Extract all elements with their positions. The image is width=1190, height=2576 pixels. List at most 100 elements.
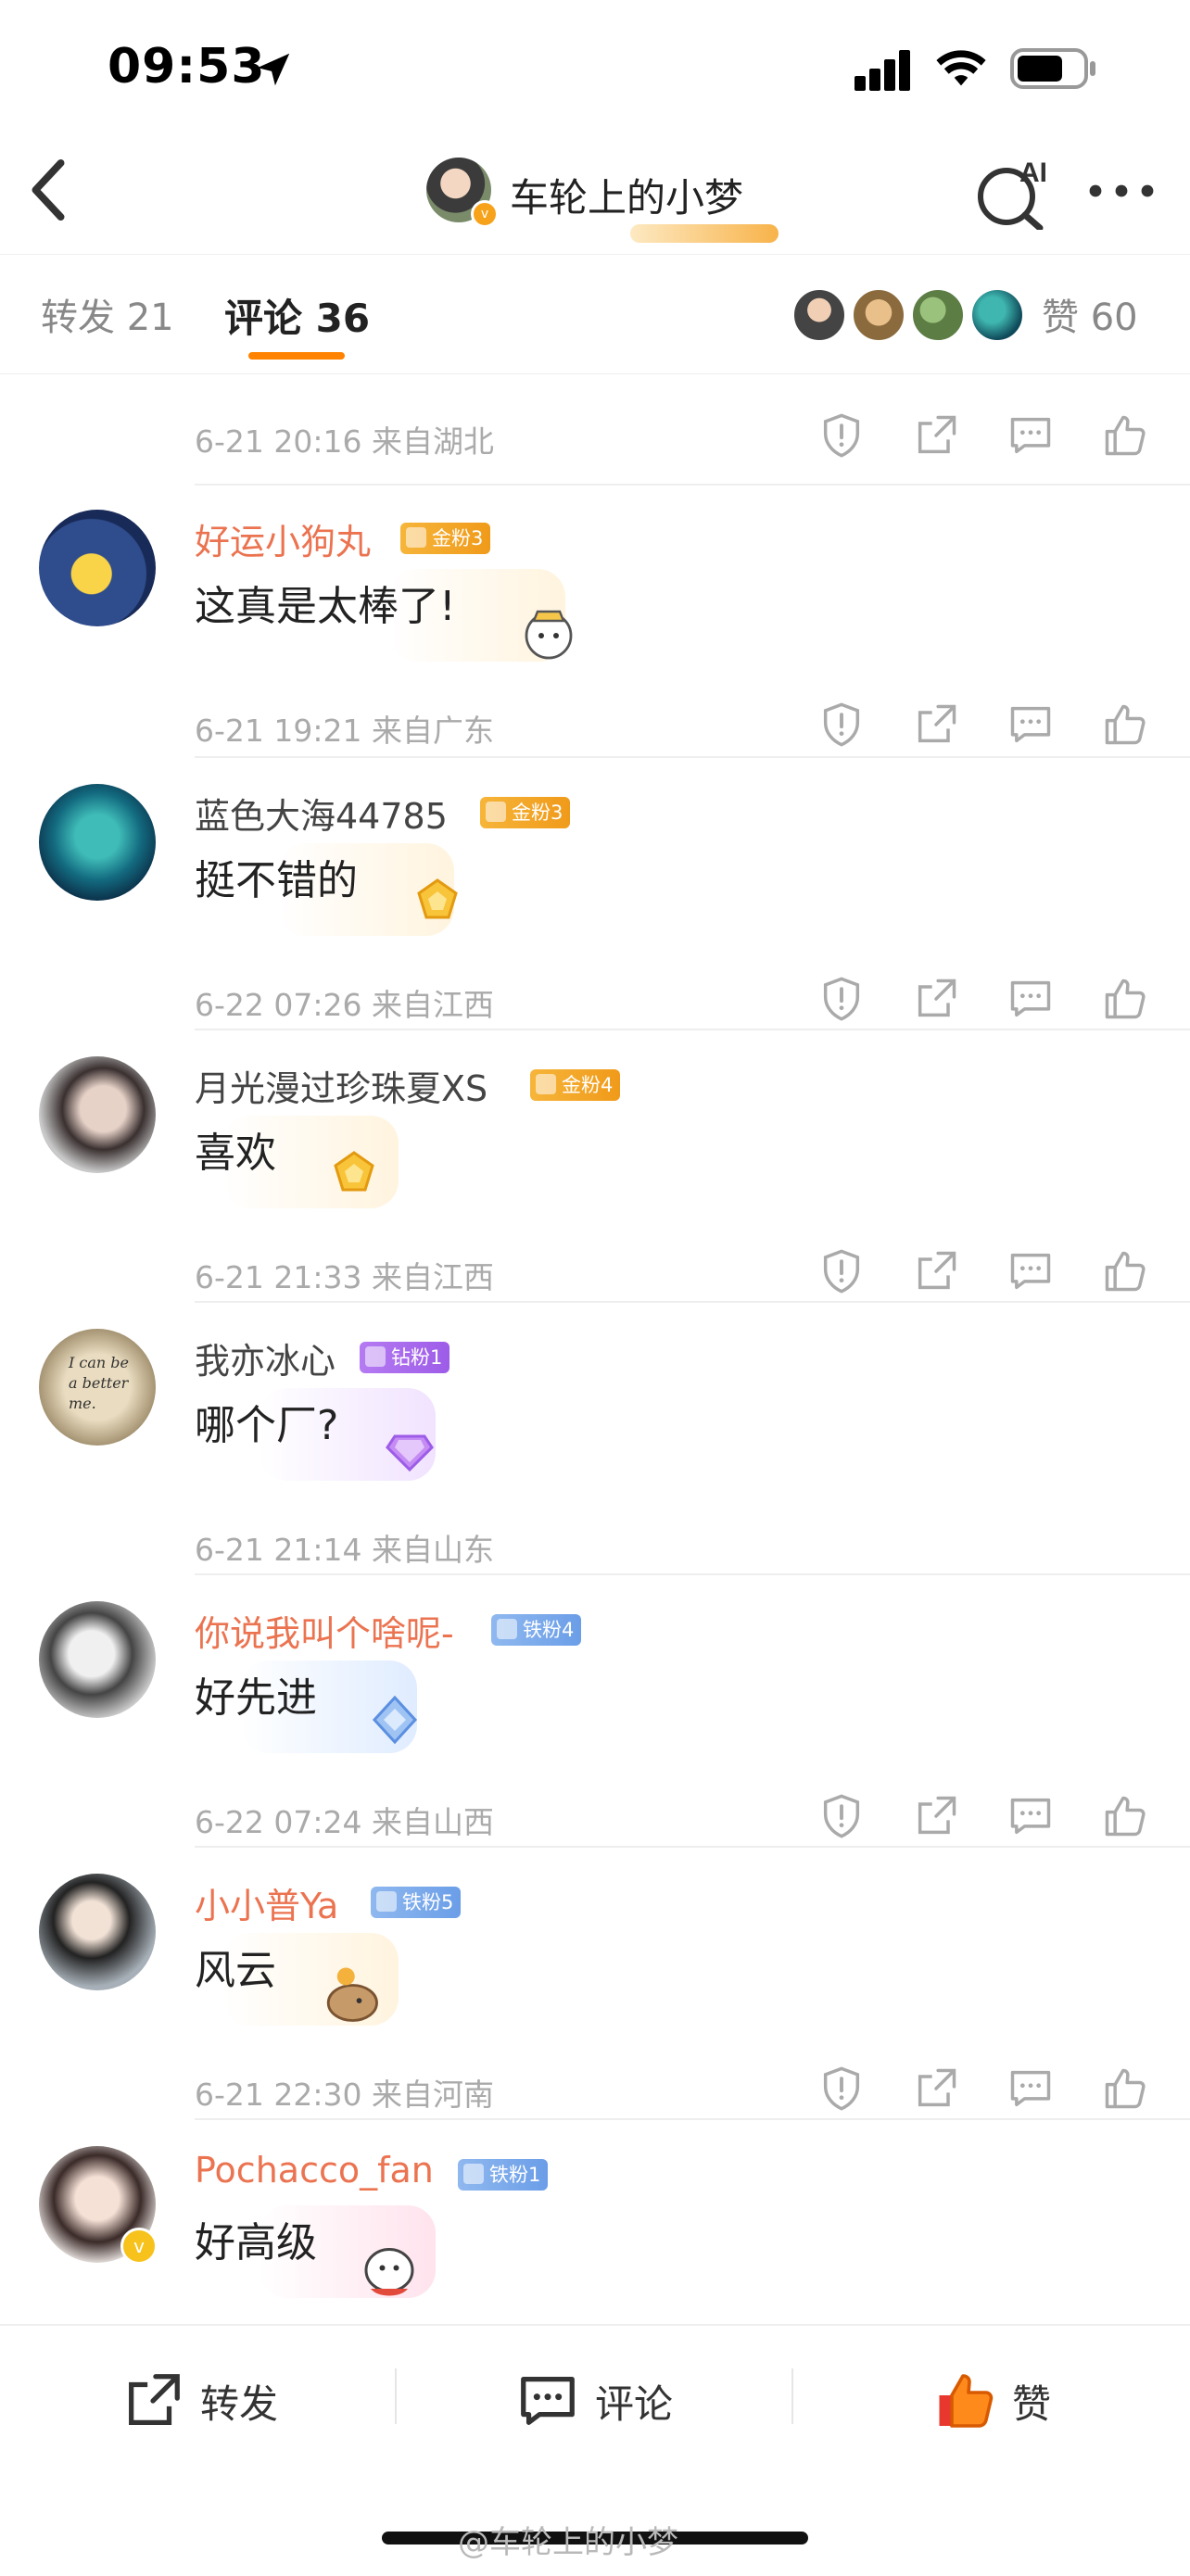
user-avatar[interactable]: [39, 1874, 156, 1990]
username[interactable]: 好运小狗丸: [195, 513, 371, 564]
share-icon[interactable]: [912, 2065, 960, 2113]
verified-badge-icon: v: [120, 2228, 158, 2265]
comment-item: 你说我叫个啥呢- 铁粉4 好先进 6-22 07:24 来自山西: [0, 1601, 1190, 1851]
like-icon[interactable]: [1101, 701, 1149, 749]
username[interactable]: 月光漫过珍珠夏XS: [195, 1060, 487, 1111]
report-icon[interactable]: [817, 975, 866, 1023]
more-icon[interactable]: [1084, 172, 1158, 209]
user-avatar[interactable]: [39, 784, 156, 901]
comment-text: 挺不错的: [195, 857, 358, 904]
like-icon[interactable]: [1101, 411, 1149, 460]
comment-item: v Pochacco_fan 铁粉1 好高级: [0, 2146, 1190, 2322]
report-icon[interactable]: [817, 2065, 866, 2113]
report-icon[interactable]: [817, 1792, 866, 1840]
comment-item: 好运小狗丸 金粉3 这真是太棒了! 6-21 19:21 来自广东: [0, 510, 1190, 760]
verified-badge-icon: v: [471, 200, 499, 228]
fan-badge[interactable]: 铁粉5: [371, 1887, 462, 1918]
cellular-signal-icon: [855, 50, 910, 91]
comment-text: 好先进: [195, 1674, 317, 1722]
divider: [195, 484, 1190, 486]
divider: [195, 1846, 1190, 1848]
status-time: 09:53: [108, 39, 266, 95]
fan-badge[interactable]: 钻粉1: [360, 1342, 450, 1373]
like-icon[interactable]: [1101, 1247, 1149, 1295]
repost-button[interactable]: 转发: [120, 2368, 278, 2433]
report-icon[interactable]: [817, 1247, 866, 1295]
comment-icon[interactable]: [1006, 701, 1055, 749]
comment-meta: 6-22 07:26 来自江西: [195, 987, 494, 1023]
divider: [195, 756, 1190, 758]
ai-label: AI: [1019, 158, 1047, 188]
comment-meta: 6-21 21:33 来自江西: [195, 1259, 494, 1295]
fan-badge[interactable]: 金粉4: [530, 1069, 621, 1101]
back-icon[interactable]: [28, 158, 69, 222]
comment-meta: 6-21 21:14 来自山东: [195, 1532, 494, 1568]
comment-icon[interactable]: [1006, 1792, 1055, 1840]
report-icon[interactable]: [817, 701, 866, 749]
comment-item: 蓝色大海44785 金粉3 挺不错的 6-22 07:26 来自江西: [0, 784, 1190, 1034]
comment-item: 月光漫过珍珠夏XS 金粉4 喜欢 6-21 21:33 来自江西: [0, 1056, 1190, 1307]
comment-sticker: [630, 224, 779, 243]
username[interactable]: 蓝色大海44785: [195, 788, 448, 839]
report-icon[interactable]: [817, 411, 866, 460]
divider: [195, 1573, 1190, 1575]
like-label: 赞: [1012, 2380, 1052, 2427]
divider: [791, 2368, 793, 2424]
username[interactable]: 我亦冰心: [195, 1332, 335, 1383]
comment-button[interactable]: 评论: [515, 2368, 673, 2433]
wifi-icon: [936, 50, 986, 86]
like-icon[interactable]: [1101, 1792, 1149, 1840]
fan-badge[interactable]: 金粉3: [480, 797, 571, 828]
comment-icon[interactable]: [1006, 975, 1055, 1023]
share-icon[interactable]: [912, 1247, 960, 1295]
comment-text: 好高级: [195, 2219, 317, 2267]
share-icon[interactable]: [912, 1792, 960, 1840]
fan-badge[interactable]: 铁粉4: [491, 1614, 582, 1646]
user-avatar[interactable]: [39, 510, 156, 626]
username[interactable]: Pochacco_fan: [195, 2150, 434, 2191]
like-icon[interactable]: [1101, 975, 1149, 1023]
share-icon: [129, 2374, 180, 2425]
divider: [195, 1301, 1190, 1303]
user-avatar[interactable]: I can be a better me.: [39, 1329, 156, 1446]
like-button[interactable]: 赞: [932, 2368, 1051, 2433]
comment-text: 喜欢: [195, 1130, 276, 1177]
share-icon[interactable]: [912, 975, 960, 1023]
comment-meta: 6-21 22:30 来自河南: [195, 2077, 494, 2113]
fan-badge[interactable]: 铁粉1: [458, 2159, 549, 2191]
user-avatar[interactable]: [39, 1056, 156, 1173]
comment-icon[interactable]: [1006, 1247, 1055, 1295]
watermark: @车轮上的小梦: [458, 2524, 678, 2561]
comment-icon[interactable]: [1006, 2065, 1055, 2113]
capybara-sticker-icon: [326, 1967, 378, 2022]
divider: [195, 1029, 1190, 1030]
share-icon[interactable]: [912, 701, 960, 749]
like-icon[interactable]: [1101, 2065, 1149, 2113]
gold-medal-icon: [417, 878, 458, 919]
comment-label: 评论: [595, 2380, 674, 2427]
like-filled-icon: [939, 2374, 994, 2428]
ai-search-icon[interactable]: AI: [975, 156, 1058, 230]
comment-text: 哪个厂?: [195, 1402, 339, 1449]
comment-meta: 6-21 20:16 来自湖北: [195, 423, 494, 460]
divider: [195, 2118, 1190, 2120]
comment-item: I can be a better me. 我亦冰心 钻粉1 哪个厂? 6-21 2…: [0, 1329, 1190, 1579]
username[interactable]: 你说我叫个啥呢-: [195, 1605, 454, 1656]
fan-badge[interactable]: 金粉3: [400, 523, 491, 554]
comment-text: 风云: [195, 1947, 276, 1994]
repost-label: 转发: [200, 2380, 279, 2427]
comment-item: 6-21 20:16 来自湖北: [0, 224, 1190, 471]
comment-icon[interactable]: [1006, 411, 1055, 460]
username[interactable]: 小小普Ya: [195, 1877, 338, 1928]
iron-medal-icon: [372, 1695, 418, 1745]
comment-icon: [521, 2377, 575, 2425]
avatar-text: I can be a better me.: [69, 1354, 130, 1412]
author-name[interactable]: 车轮上的小梦: [510, 167, 743, 223]
share-icon[interactable]: [912, 411, 960, 460]
user-avatar[interactable]: [39, 1601, 156, 1718]
comment-item: 小小普Ya 铁粉5 风云 6-21 22:30 来自河南: [0, 1874, 1190, 2124]
status-bar: 09:53: [0, 0, 1190, 139]
battery-icon: [1010, 48, 1095, 89]
pochacco-sticker-icon: [364, 2248, 414, 2296]
cute-sticker-icon: [525, 610, 573, 660]
